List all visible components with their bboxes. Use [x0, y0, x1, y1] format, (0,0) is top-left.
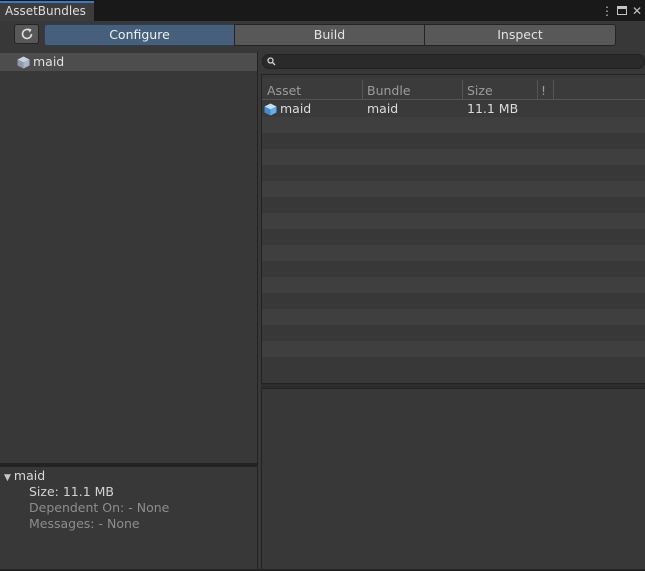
expand-triangle-icon[interactable]: ▼	[4, 473, 11, 483]
bundle-details-name: maid	[13, 468, 46, 483]
asset-table: Asset Bundle Size ! maid maid 11.1 MB	[261, 74, 645, 384]
window-tab[interactable]: AssetBundles	[0, 1, 94, 21]
maximize-icon[interactable]	[617, 6, 627, 15]
search-icon	[267, 57, 276, 66]
table-row-empty	[262, 165, 645, 181]
refresh-icon	[21, 28, 33, 40]
window-controls: ⋮ ✕	[601, 2, 643, 19]
table-row-empty	[262, 149, 645, 165]
table-row-empty	[262, 229, 645, 245]
bundle-dependencies-text: Dependent On: - None	[29, 500, 170, 515]
bundle-details-header[interactable]: ▼ maid	[4, 468, 45, 483]
close-icon[interactable]: ✕	[631, 3, 643, 19]
bundle-tree-item-label: maid	[33, 54, 65, 69]
toolbar: Configure Build Inspect	[0, 21, 645, 51]
column-header-messages[interactable]: !	[541, 83, 546, 98]
column-resize-handle[interactable]	[537, 80, 538, 100]
table-row-empty	[262, 357, 645, 373]
cube-icon	[264, 103, 277, 116]
table-row-empty	[262, 213, 645, 229]
bundle-name-cell: maid	[367, 101, 399, 116]
bundle-messages-text: Messages: - None	[29, 516, 140, 531]
asset-details-panel	[261, 388, 645, 570]
cube-icon	[17, 56, 30, 69]
table-row-empty	[262, 341, 645, 357]
table-row-empty	[262, 277, 645, 293]
table-row-empty	[262, 309, 645, 325]
tab-inspect[interactable]: Inspect	[424, 24, 616, 46]
bundle-details-panel: ▼ maid Size: 11.1 MB Dependent On: - None…	[0, 467, 258, 571]
table-row-empty	[262, 197, 645, 213]
bundle-size-text: Size: 11.1 MB	[29, 484, 115, 499]
asset-table-body: maid maid 11.1 MB	[262, 101, 645, 373]
table-row-empty	[262, 181, 645, 197]
bundle-tree-item[interactable]: maid	[0, 53, 257, 71]
asset-table-header: Asset Bundle Size !	[262, 78, 645, 100]
column-header-bundle[interactable]: Bundle	[367, 83, 411, 98]
table-row[interactable]: maid maid 11.1 MB	[262, 101, 645, 117]
search-input[interactable]	[262, 54, 645, 69]
refresh-button[interactable]	[14, 24, 39, 44]
table-row-empty	[262, 293, 645, 309]
table-row-empty	[262, 245, 645, 261]
column-resize-handle[interactable]	[462, 80, 463, 100]
column-resize-handle[interactable]	[362, 80, 363, 100]
table-row-empty	[262, 133, 645, 149]
table-row-empty	[262, 261, 645, 277]
kebab-menu-icon[interactable]: ⋮	[601, 3, 613, 19]
table-row-empty	[262, 117, 645, 133]
asset-name-cell: maid	[280, 101, 312, 116]
size-cell: 11.1 MB	[467, 101, 519, 116]
window-tab-bar: AssetBundles ⋮ ✕	[0, 0, 645, 21]
column-header-asset[interactable]: Asset	[267, 83, 301, 98]
table-row-empty	[262, 325, 645, 341]
column-header-size[interactable]: Size	[467, 83, 493, 98]
tab-build[interactable]: Build	[234, 24, 425, 46]
bundle-tree-panel: maid	[0, 52, 258, 463]
column-resize-handle[interactable]	[553, 80, 554, 100]
tab-configure[interactable]: Configure	[44, 24, 235, 46]
